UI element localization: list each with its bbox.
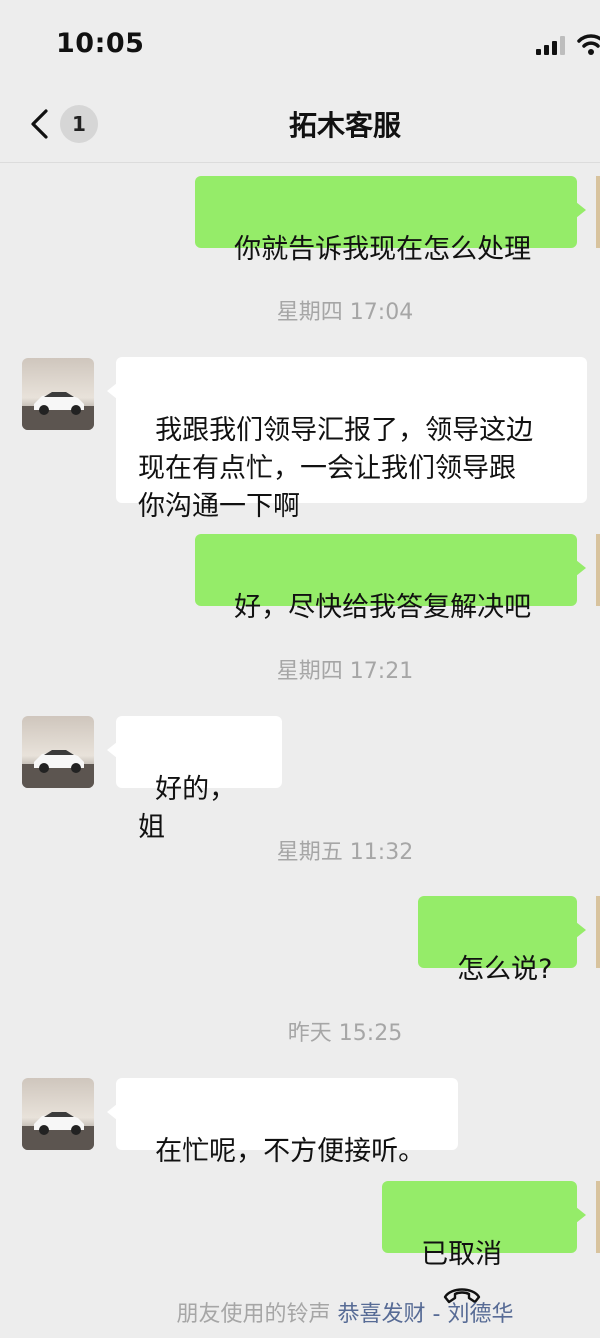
- page-title: 拓木客服: [288, 109, 401, 142]
- ringtone-song-link[interactable]: 恭喜发财 - 刘德华: [338, 1302, 514, 1327]
- message-text: 我跟我们领导汇报了，领导这边 现在有点忙，一会让我们领导跟 你沟通一下啊: [138, 415, 534, 522]
- message-text: 在忙呢，不方便接听。: [155, 1136, 426, 1167]
- outgoing-message-bubble[interactable]: 好，尽快给我答复解决吧: [195, 534, 586, 623]
- status-time: 10:05: [56, 28, 145, 59]
- car-avatar-image: [22, 716, 94, 788]
- contact-avatar[interactable]: [22, 716, 94, 788]
- incoming-message-bubble[interactable]: 我跟我们领导汇报了，领导这边 现在有点忙，一会让我们领导跟 你沟通一下啊: [107, 357, 587, 522]
- message-text: 怎么说?: [457, 954, 553, 985]
- incoming-message-bubble[interactable]: 在忙呢，不方便接听。: [107, 1078, 458, 1167]
- message-text: 你就告诉我现在怎么处理: [234, 234, 532, 265]
- status-bar: 10:05: [0, 0, 600, 88]
- message-timestamp: 星期四 17:04: [276, 300, 414, 325]
- outgoing-message-bubble[interactable]: 你就告诉我现在怎么处理: [195, 176, 586, 265]
- incoming-message-bubble[interactable]: 好的，姐: [107, 716, 282, 843]
- ringtone-label: 朋友使用的铃声: [176, 1302, 331, 1327]
- message-text: 好的，姐: [138, 774, 237, 843]
- message-timestamp: 星期四 17:21: [276, 659, 414, 684]
- outgoing-message-bubble[interactable]: 怎么说?: [418, 896, 586, 985]
- self-avatar[interactable]: [596, 896, 600, 968]
- car-avatar-image: [22, 358, 94, 430]
- message-timestamp: 昨天 15:25: [287, 1021, 403, 1046]
- self-avatar[interactable]: [596, 1181, 600, 1253]
- self-avatar[interactable]: [596, 176, 600, 248]
- cellular-signal-icon: [536, 36, 565, 55]
- call-record-bubble[interactable]: 已取消: [382, 1181, 586, 1303]
- message-timestamp: 星期五 11:32: [276, 840, 414, 865]
- message-text: 好，尽快给我答复解决吧: [234, 592, 532, 623]
- ringtone-info: 朋友使用的铃声 恭喜发财 - 刘德华: [0, 1296, 600, 1328]
- chat-header: 1 拓木客服: [0, 88, 600, 163]
- car-avatar-image: [22, 1078, 94, 1150]
- contact-avatar[interactable]: [22, 1078, 94, 1150]
- wifi-icon: [577, 34, 600, 55]
- call-status-text: 已取消: [421, 1239, 503, 1270]
- self-avatar[interactable]: [596, 534, 600, 606]
- contact-avatar[interactable]: [22, 358, 94, 430]
